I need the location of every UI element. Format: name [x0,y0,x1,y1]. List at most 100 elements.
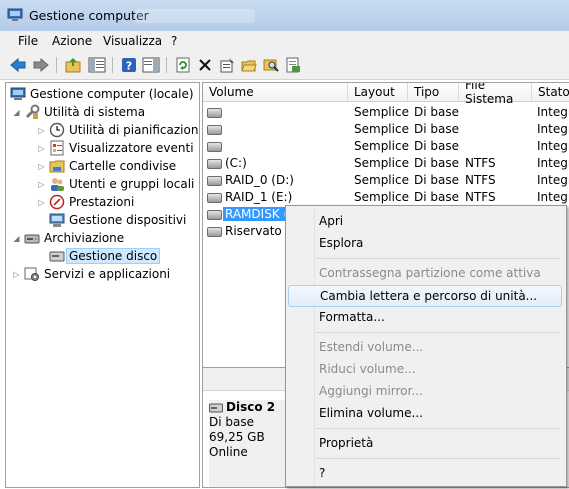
status-cell: Integr [537,122,569,136]
menu-item-change-drive-letter[interactable]: Cambia lettera e percorso di unità... [288,285,562,307]
table-row[interactable]: Semplice Di base Integr [203,138,569,155]
tree-item-users-groups[interactable]: ▷ Utenti e gruppi locali [37,175,194,193]
tree-item-root[interactable]: Gestione computer (locale) [10,85,194,103]
drive-icon [207,227,222,237]
tree-label: Gestione disco [66,248,161,264]
type-cell: Di base [414,122,459,136]
tree-item-system-tools[interactable]: ◢ Utilità di sistema [12,103,145,121]
tree-label: Utilità di sistema [44,105,146,119]
menu-separator [316,332,560,333]
back-arrow-icon[interactable] [9,56,27,74]
tree-item-task-scheduler[interactable]: ▷ Utilità di pianificazione [37,121,199,139]
toolbar: ? [0,52,569,80]
chevron-right-icon[interactable]: ▷ [37,144,46,153]
volume-cell: RAID_0 (D:) [225,173,294,187]
menu-item-extend-volume: Estendi volume... [319,340,424,354]
type-cell: Di base [414,156,459,170]
disk-info-panel[interactable]: Disco 2 Di base 69,25 GB Online [209,400,285,487]
menu-file[interactable]: File [18,34,38,48]
delete-icon[interactable] [196,56,214,74]
table-row[interactable]: RAID_1 (E:) Semplice Di base NTFS Integr [203,189,569,206]
layout-cell: Semplice [354,156,409,170]
chevron-right-icon[interactable]: ▷ [37,126,46,135]
forward-arrow-icon[interactable] [32,56,50,74]
column-header-file-system[interactable]: File Sistema [459,83,532,106]
search-icon[interactable] [262,56,280,74]
window-title: Gestione computer [29,8,149,23]
status-cell: Integr [537,156,569,170]
tree-item-shared-folders[interactable]: ▷ Cartelle condivise [37,157,176,175]
tools-icon [24,104,40,120]
disk-name: Disco 2 [226,400,276,414]
disk-management-icon [49,248,65,264]
menu-item-delete-volume[interactable]: Elimina volume... [288,402,562,424]
chevron-down-icon[interactable]: ◢ [12,108,21,117]
menu-item-apri[interactable]: Apri [288,210,562,232]
status-cell: Integr [537,139,569,153]
tree-item-services[interactable]: ▷ Servizi e applicazioni [12,265,170,283]
fs-cell: NTFS [465,156,496,170]
tree-label: Prestazioni [69,195,135,209]
menu-separator [316,258,560,259]
menu-help[interactable]: ? [171,34,177,48]
chevron-down-icon[interactable]: ◢ [12,234,21,243]
status-cell: Integr [537,105,569,119]
menu-item-help[interactable]: ? [288,462,562,484]
shared-folder-icon [49,158,65,174]
clock-icon [49,122,65,138]
show-hide-tree-icon[interactable] [88,56,106,74]
type-cell: Di base [414,105,459,119]
tree-label: Visualizzatore eventi [69,141,194,155]
table-row[interactable]: Semplice Di base Integr [203,121,569,138]
menu-item-format[interactable]: Formatta... [288,306,562,328]
computer-management-icon [7,8,23,21]
menu-item-mark-active: Contrassegna partizione come attiva [319,266,541,280]
tree-item-storage[interactable]: ◢ Archiviazione [12,229,124,247]
navigation-tree: Gestione computer (locale) ◢ Utilità di … [5,82,200,488]
type-cell: Di base [414,173,459,187]
chevron-right-icon[interactable]: ▷ [12,270,21,279]
context-menu: Apri Esplora Contrassegna partizione com… [285,205,567,487]
table-row[interactable]: (C:) Semplice Di base NTFS Integr [203,155,569,172]
tree-label: Servizi e applicazioni [44,267,171,281]
tree-item-disk-management[interactable]: Gestione disco [49,247,161,265]
menu-item-shrink-volume: Riduci volume... [319,362,416,376]
table-row[interactable]: RAID_0 (D:) Semplice Di base NTFS Integr [203,172,569,189]
tree-item-performance[interactable]: ▷ Prestazioni [37,193,134,211]
column-header-tipo[interactable]: Tipo [408,83,459,102]
svg-text:?: ? [126,60,132,73]
table-row[interactable]: Semplice Di base Integr [203,104,569,121]
users-icon [49,176,65,192]
services-icon [24,266,40,282]
chevron-right-icon[interactable]: ▷ [37,162,46,171]
chevron-right-icon[interactable]: ▷ [37,180,46,189]
column-header-layout[interactable]: Layout [348,83,408,102]
help-icon[interactable]: ? [120,56,138,74]
properties-icon[interactable] [218,56,236,74]
tree-label: Archiviazione [44,231,125,245]
open-icon[interactable] [240,56,258,74]
export-icon[interactable] [284,56,302,74]
status-cell: Integr [537,173,569,187]
up-folder-icon[interactable] [64,56,82,74]
menu-visualizza[interactable]: Visualizza [103,34,162,48]
refresh-icon[interactable] [174,56,192,74]
column-header-stato[interactable]: Stato [532,83,569,102]
menu-item-properties[interactable]: Proprietà [288,432,562,454]
device-manager-icon [49,212,65,228]
drive-icon [207,159,222,169]
volume-cell: RAID_1 (E:) [225,190,293,204]
title-bar: Gestione computer [0,0,569,32]
menu-azione[interactable]: Azione [52,34,92,48]
tree-item-device-manager[interactable]: Gestione dispositivi [49,211,186,229]
disk-status: Online [209,445,248,459]
tree-item-event-viewer[interactable]: ▷ Visualizzatore eventi [37,139,194,157]
disk-size: 69,25 GB [209,430,265,444]
chevron-right-icon[interactable]: ▷ [37,198,46,207]
computer-icon [10,86,26,102]
show-hide-action-pane-icon[interactable] [142,56,160,74]
menu-item-esplora[interactable]: Esplora [288,232,562,254]
column-header-volume[interactable]: Volume [203,83,348,102]
toolbar-separator [112,57,113,73]
layout-cell: Semplice [354,190,409,204]
